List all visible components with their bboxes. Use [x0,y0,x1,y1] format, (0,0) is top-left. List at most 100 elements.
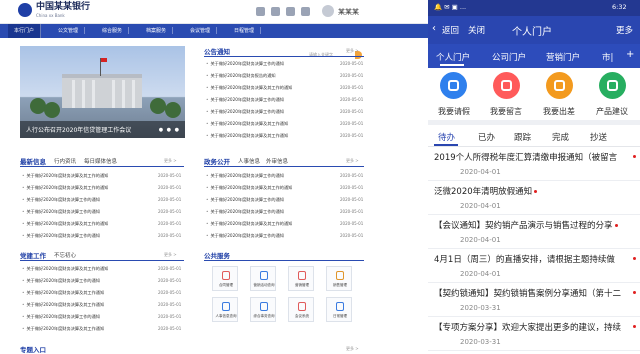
unread-dot [633,257,636,260]
list-item[interactable]: 关于做好2020年度财务决算及其工作通知 [206,133,288,139]
list-item[interactable]: 关于做好2020年度财务决算及其工作通知 [22,326,104,332]
nav-schedule[interactable]: 日程管理 [228,27,262,34]
list-item[interactable]: 关于做好2020年度财务决算工作的通知 [206,97,283,103]
list-item[interactable]: 关于做好2020年度财务决算及其工作的通知 [206,85,292,91]
tab-market[interactable]: 市| [602,51,613,63]
tab-track[interactable]: 跟踪 [514,131,531,143]
list-item-date: 2020-05-01 [340,209,364,214]
tab-internal-news[interactable]: 行内资讯 [54,157,76,165]
tab-personal[interactable]: 个人门户 [436,51,470,63]
list-item[interactable]: 关于做好2020年度财务决算及其工作的通知 [22,266,108,272]
shirt-icon[interactable] [256,7,265,16]
hero-banner[interactable]: 人行公布召开2020年信贷管理工作会议 ● ● ● [20,46,185,138]
nav-meeting[interactable]: 会议管理 [184,27,218,34]
travel-icon[interactable] [546,72,573,99]
task-item[interactable]: 【会议通知】契约销产品演示与销售过程的分享 2020-04-01 [428,216,640,249]
avatar[interactable] [322,5,334,17]
more-button[interactable]: 更多 [616,24,633,36]
list-item-date: 2020-05-01 [340,197,364,202]
list-item[interactable]: 关于做好2020年度财务决算工作的通知 [206,197,283,203]
topics-more[interactable]: 更多 > [346,346,359,352]
bell-icon[interactable] [271,7,280,16]
list-item[interactable]: 关于做好2020年度财务决算及其工作的通知 [22,173,108,179]
user-name[interactable]: 某某某 [338,7,359,17]
list-item[interactable]: 关于做好2020年度财务决算及其工作的通知 [22,221,108,227]
tab-company[interactable]: 公司门户 [492,51,526,63]
list-item[interactable]: 关于做好2020年度财务报告的通知 [206,73,275,79]
list-item[interactable]: 关于做好2020年度财务决算工作的通知 [22,314,99,320]
task-item[interactable]: 【专项方案分享】欢迎大家提出更多的建议，持续 2020-03-31 [428,318,640,351]
list-item[interactable]: 关于做好2020年度财务决算工作的通知 [22,233,99,239]
list-item[interactable]: 关于做好2020年度财务决算及其工作通知 [206,121,288,127]
nav-docs[interactable]: 公文管理 [52,27,86,34]
tab-complete[interactable]: 完成 [552,131,569,143]
service-icon [260,271,268,280]
list-item[interactable]: 关于做好2020年度财务决算及其工作通知 [22,302,104,308]
list-item[interactable]: 关于做好2020年度财务决算工作的通知 [22,197,99,203]
list-item[interactable]: 关于做好2020年度财务决算工作的通知 [206,209,283,215]
list-item[interactable]: 关于做好2020年度财务决算工作的通知 [206,173,283,179]
service-tile[interactable]: 营销管理 [288,266,314,291]
service-tile[interactable]: 人事信息查询 [212,297,238,322]
service-tile[interactable]: 销售管理 [326,266,352,291]
tab-marketing[interactable]: 营销门户 [546,51,580,63]
list-item[interactable]: 关于做好2020年度财务决算工作的通知 [206,233,283,239]
service-tile[interactable]: 合同管理 [212,266,238,291]
quick-suggestion-label[interactable]: 产品建议 [596,106,628,117]
announce-more[interactable]: 更多 > [346,48,359,54]
nav-services[interactable]: 综合服务 [96,27,130,34]
list-item[interactable]: 关于做好2020年度财务决算工作的通知 [22,209,99,215]
list-item[interactable]: 关于做好2020年度财务决算工作的通知 [206,61,283,67]
list-item[interactable]: 关于做好2020年度财务决算及其工作的通知 [206,221,292,227]
service-tile[interactable]: 综合事务查询 [250,297,276,322]
back-arrow-icon[interactable]: ‹ [432,23,436,34]
task-date: 2020-04-01 [460,168,501,176]
tab-done[interactable]: 已办 [478,131,495,143]
back-button[interactable]: 返回 [442,24,459,36]
task-item[interactable]: 4月1日（周三）的直播安排，请根据主题持续做 2020-04-01 [428,250,640,283]
pillar [82,80,85,108]
latest-more[interactable]: 更多 > [164,158,177,164]
leave-icon[interactable] [440,72,467,99]
service-tile[interactable]: 日常管理 [326,297,352,322]
settings-icon[interactable] [301,7,310,16]
tab-cc[interactable]: 抄送 [590,131,607,143]
star-icon[interactable] [286,7,295,16]
suggestion-icon[interactable] [599,72,626,99]
list-item[interactable]: 关于做好2020年度财务决算工作的通知 [22,278,99,284]
tab-media-news[interactable]: 每日媒体信息 [84,157,117,165]
close-button[interactable]: 关闭 [468,24,485,36]
task-title: 【专项方案分享】欢迎大家提出更多的建议，持续 [434,321,621,333]
add-tab-icon[interactable]: + [626,49,634,60]
party-more[interactable]: 更多 > [164,252,177,258]
list-item[interactable]: 关于做好2020年度财务决算及其工作通知 [22,290,104,296]
nav-archive[interactable]: 档案服务 [140,27,174,34]
service-icon [222,302,230,311]
tab-audit-info[interactable]: 外审信息 [266,157,288,165]
nav-home[interactable]: 本行门户 [8,24,42,38]
tab-todo[interactable]: 待办 [438,131,455,143]
quick-leave-label[interactable]: 我要请假 [438,106,470,117]
quick-travel-label[interactable]: 我要出差 [543,106,575,117]
carousel-dots[interactable]: ● ● ● [159,127,180,133]
list-item[interactable]: 关于做好2020年度财务决算及其工作的通知 [22,185,108,191]
list-item-date: 2020-05-01 [340,133,364,138]
quick-message-label[interactable]: 我要留言 [490,106,522,117]
topics-title: 专题入口 [20,346,46,354]
task-title-text: 2019个人所得税年度汇算清缴申报通知（被留言 [434,153,618,163]
task-item[interactable]: 【契约锁通知】契约锁销售案例分享通知（第十二 2020-03-31 [428,284,640,317]
gov-more[interactable]: 更多 > [346,158,359,164]
message-icon[interactable] [493,72,520,99]
task-item[interactable]: 2019个人所得税年度汇算清缴申报通知（被留言 2020-04-01 [428,148,640,181]
tab-hr-info[interactable]: 人事信息 [238,157,260,165]
hero-caption[interactable]: 人行公布召开2020年信贷管理工作会议 [26,125,131,134]
task-item[interactable]: 泛微2020年清明放假通知 2020-04-01 [428,182,640,215]
list-item[interactable]: 关于做好2020年度财务决算工作的通知 [206,109,283,115]
status-time: 6:32 [612,3,627,11]
service-tile[interactable]: 营销活动查询 [250,266,276,291]
service-tile[interactable]: 会议系统 [288,297,314,322]
desktop-portal: 中国某某银行 China xx Bank 某某某 本行门户 公文管理 综合服务 … [0,0,428,354]
list-item[interactable]: 关于做好2020年度财务决算及其工作的通知 [206,185,292,191]
list-item-date: 2020-05-01 [340,185,364,190]
tab-original-aspiration[interactable]: 不忘初心 [54,251,76,259]
